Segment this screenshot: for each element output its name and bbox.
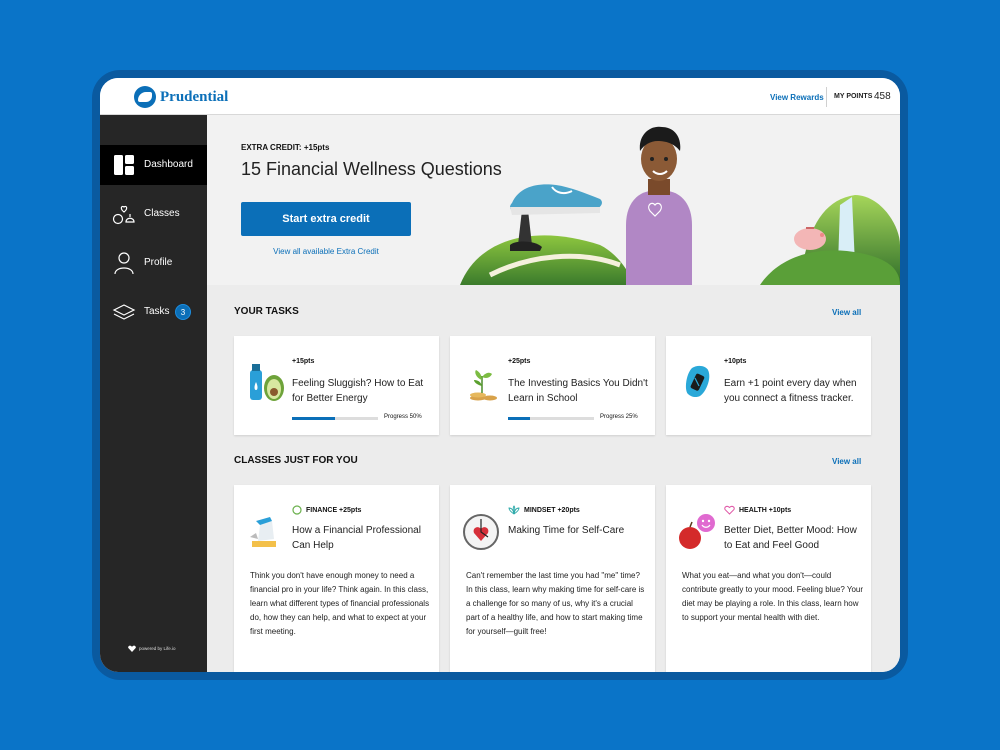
- finance-leaf-icon: [292, 505, 302, 515]
- my-points-label: MY POINTS: [834, 93, 873, 100]
- sidebar-item-tasks[interactable]: Tasks 3: [100, 292, 207, 332]
- class-description: Think you don't have enough money to nee…: [250, 571, 430, 636]
- extra-credit-hero: EXTRA CREDIT: +15pts 15 Financial Wellne…: [207, 115, 900, 285]
- apple-smiley-icon: [679, 514, 715, 549]
- hero-illustration: [460, 126, 900, 285]
- sidebar-item-dashboard[interactable]: Dashboard: [100, 145, 207, 185]
- class-title: Making Time for Self-Care: [508, 525, 625, 536]
- sidebar-item-profile[interactable]: Profile: [100, 243, 207, 283]
- divider: [826, 87, 827, 107]
- desk-lamp-icon: [250, 517, 276, 547]
- class-category: MINDSET +20pts: [508, 505, 580, 515]
- class-category-label: FINANCE +25pts: [306, 506, 362, 514]
- classes-view-all-link[interactable]: View all: [832, 457, 861, 466]
- task-progress-label: Progress 25%: [600, 414, 638, 420]
- class-category-label: HEALTH +10pts: [739, 506, 792, 514]
- profile-icon: [114, 252, 134, 275]
- task-progress-fill: [292, 417, 335, 420]
- extra-credit-tag: EXTRA CREDIT: +15pts: [241, 143, 330, 152]
- tasks-count-badge: 3: [175, 304, 191, 320]
- dashboard-icon: [114, 155, 134, 175]
- task-progress-label: Progress 50%: [384, 414, 422, 420]
- powered-by-footer: powered by Life.io: [128, 645, 176, 652]
- class-category: FINANCE +25pts: [292, 505, 361, 515]
- sidebar-item-label: Classes: [144, 208, 180, 219]
- task-progress-bar: [508, 417, 594, 420]
- classes-heading: CLASSES JUST FOR YOU: [234, 455, 358, 466]
- water-bottle-avocado-icon: [250, 364, 284, 401]
- rock-logo-icon: [134, 86, 156, 108]
- sidebar-item-classes[interactable]: Classes: [100, 194, 207, 234]
- sidebar-item-label: Dashboard: [144, 159, 193, 170]
- task-card-energy[interactable]: +15pts Feeling Sluggish? How to Eat for …: [234, 336, 439, 435]
- task-title: The Investing Basics You Didn't Learn in…: [508, 378, 648, 404]
- start-extra-credit-button[interactable]: Start extra credit: [241, 202, 411, 236]
- class-card-mindset[interactable]: MINDSET +20pts Making Time for Self-Care…: [450, 485, 655, 672]
- my-points-value: 458: [874, 91, 891, 102]
- class-category: HEALTH +10pts: [724, 505, 791, 515]
- powered-by-text: powered by Life.io: [139, 646, 176, 651]
- tasks-view-all-link[interactable]: View all: [832, 308, 861, 317]
- class-card-finance[interactable]: FINANCE +25pts How a Financial Professio…: [234, 485, 439, 672]
- main-content: YOUR TASKS View all +15pts Feeling Slugg…: [207, 285, 900, 672]
- task-progress-fill: [508, 417, 530, 420]
- task-points: +10pts: [724, 358, 747, 365]
- task-title: Feeling Sluggish? How to Eat for Better …: [292, 378, 424, 404]
- task-card-investing[interactable]: +25pts The Investing Basics You Didn't L…: [450, 336, 655, 435]
- class-card-health[interactable]: HEALTH +10pts Better Diet, Better Mood: …: [666, 485, 871, 672]
- task-points: +25pts: [508, 358, 531, 365]
- health-heart-icon: [724, 505, 735, 515]
- heart-icon: [128, 645, 136, 652]
- view-rewards-link[interactable]: View Rewards: [770, 93, 824, 102]
- task-progress-bar: [292, 417, 378, 420]
- app-screen: Prudential View Rewards MY POINTS 458 Da…: [100, 78, 900, 672]
- class-description: Can't remember the last time you had "me…: [466, 571, 645, 636]
- view-all-extra-credit-link[interactable]: View all available Extra Credit: [241, 247, 411, 256]
- mindset-lotus-icon: [508, 505, 520, 515]
- money-plant-icon: [470, 370, 497, 401]
- top-bar: Prudential View Rewards MY POINTS 458: [100, 78, 900, 115]
- brand-logo[interactable]: Prudential: [134, 84, 228, 110]
- class-category-label: MINDSET +20pts: [524, 506, 580, 514]
- fitness-tracker-icon: [685, 365, 710, 398]
- task-title: Earn +1 point every day when you connect…: [724, 378, 857, 404]
- sidebar: Dashboard Classes Profile Tasks 3 powere…: [100, 115, 207, 672]
- sidebar-item-label: Tasks: [144, 306, 170, 317]
- clock-heart-icon: [463, 514, 499, 550]
- class-description: What you eat—and what you don't—could co…: [682, 571, 864, 622]
- task-card-fitness-tracker[interactable]: +10pts Earn +1 point every day when you …: [666, 336, 871, 435]
- brand-name: Prudential: [160, 88, 229, 105]
- task-points: +15pts: [292, 358, 315, 365]
- your-tasks-heading: YOUR TASKS: [234, 306, 299, 317]
- class-title: Better Diet, Better Mood: How to Eat and…: [724, 525, 857, 551]
- class-title: How a Financial Professional Can Help: [292, 525, 421, 551]
- classes-icon: [112, 205, 135, 225]
- tasks-icon: [112, 304, 136, 320]
- sidebar-item-label: Profile: [144, 257, 173, 268]
